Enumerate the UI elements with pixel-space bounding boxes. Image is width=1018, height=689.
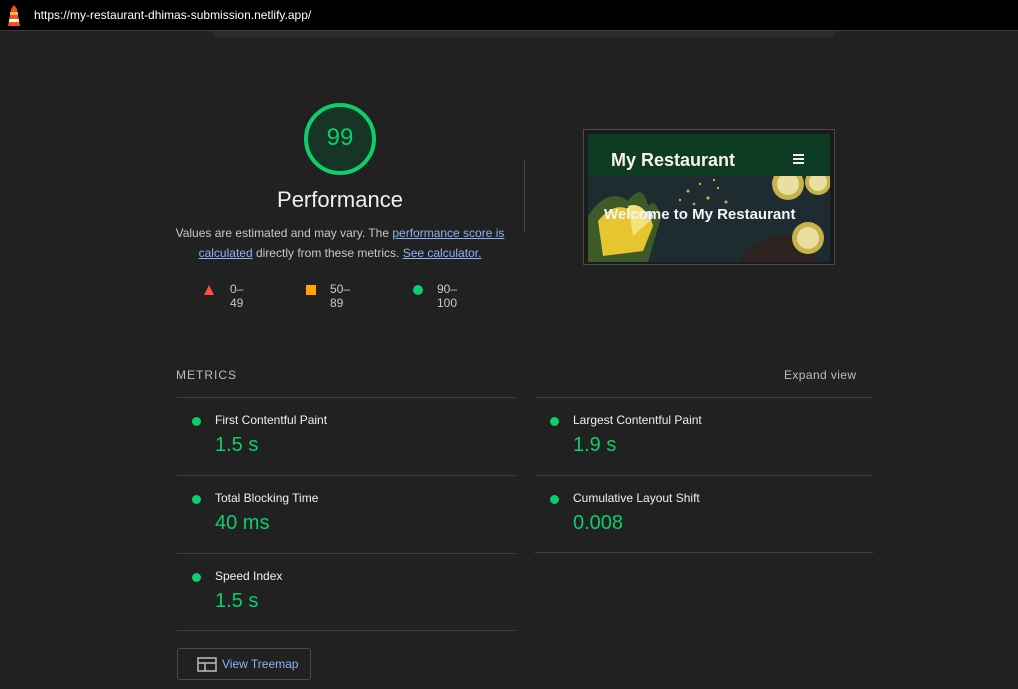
metric-value: 1.9 s [573, 434, 617, 456]
lighthouse-icon [8, 5, 20, 26]
triangle-icon [204, 285, 214, 295]
square-icon [306, 285, 316, 295]
description-text-2: directly from these metrics. [252, 246, 403, 260]
circle-icon [413, 285, 423, 295]
metric-first-contentful-paint: First Contentful Paint 1.5 s [177, 398, 497, 458]
metric-value: 1.5 s [215, 434, 259, 456]
page-url[interactable]: https://my-restaurant-dhimas-submission.… [34, 8, 311, 22]
metric-label: Cumulative Layout Shift [573, 491, 700, 505]
metric-value: 0.008 [573, 512, 624, 534]
pass-circle-icon [550, 495, 559, 504]
metric-largest-contentful-paint: Largest Contentful Paint 1.9 s [535, 398, 855, 458]
pass-circle-icon [550, 417, 559, 426]
thumb-brand: My Restaurant [611, 150, 736, 170]
divider [535, 552, 873, 553]
metric-cumulative-layout-shift: Cumulative Layout Shift 0.008 [535, 476, 855, 536]
metrics-title: METRICS [176, 368, 237, 382]
thumb-navbar: My Restaurant [588, 134, 830, 176]
metric-value: 40 ms [215, 512, 270, 534]
divider [177, 630, 515, 631]
thumb-hero-heading: Welcome to My Restaurant [604, 206, 796, 223]
view-treemap-button[interactable]: View Treemap [177, 648, 311, 680]
address-bar: https://my-restaurant-dhimas-submission.… [0, 0, 1018, 31]
legend-range-average: 50–89 [330, 282, 351, 310]
expand-view-toggle[interactable]: Expand view [784, 368, 856, 382]
view-treemap-label: View Treemap [222, 657, 299, 671]
treemap-icon [197, 657, 217, 672]
final-screenshot[interactable]: My Restaurant Welcome to My Restaurant [583, 129, 835, 265]
legend-range-pass: 90–100 [437, 282, 458, 310]
pass-circle-icon [192, 495, 201, 504]
metric-label: Total Blocking Time [215, 491, 319, 505]
divider [524, 160, 525, 232]
hamburger-menu-icon [793, 154, 804, 166]
metric-value: 1.5 s [215, 590, 259, 612]
pass-circle-icon [192, 417, 201, 426]
metric-label: Speed Index [215, 569, 283, 583]
metric-label: Largest Contentful Paint [573, 413, 702, 427]
sticky-header-edge [212, 31, 836, 37]
description-text: Values are estimated and may vary. The [175, 226, 393, 240]
category-title: Performance [277, 187, 403, 212]
pass-circle-icon [192, 573, 201, 582]
category-description: Values are estimated and may vary. The p… [172, 223, 508, 263]
metric-speed-index: Speed Index 1.5 s [177, 554, 497, 614]
legend-range-fail: 0–49 [230, 282, 244, 310]
performance-score: 99 [326, 124, 354, 151]
metric-total-blocking-time: Total Blocking Time 40 ms [177, 476, 497, 536]
see-calculator-link[interactable]: See calculator. [403, 246, 482, 260]
metric-label: First Contentful Paint [215, 413, 328, 427]
